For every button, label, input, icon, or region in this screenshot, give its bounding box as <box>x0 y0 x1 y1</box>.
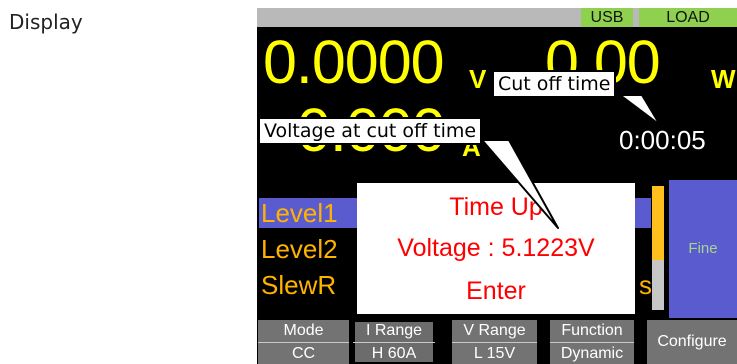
cut-off-time-callout: Cut off time <box>492 70 617 98</box>
voltage-at-cut-off-pointer <box>481 139 559 229</box>
cut-off-time-pointer <box>619 94 661 126</box>
voltage-at-cut-off-callout: Voltage at cut off time <box>258 117 483 145</box>
callout-pointers <box>481 94 661 229</box>
